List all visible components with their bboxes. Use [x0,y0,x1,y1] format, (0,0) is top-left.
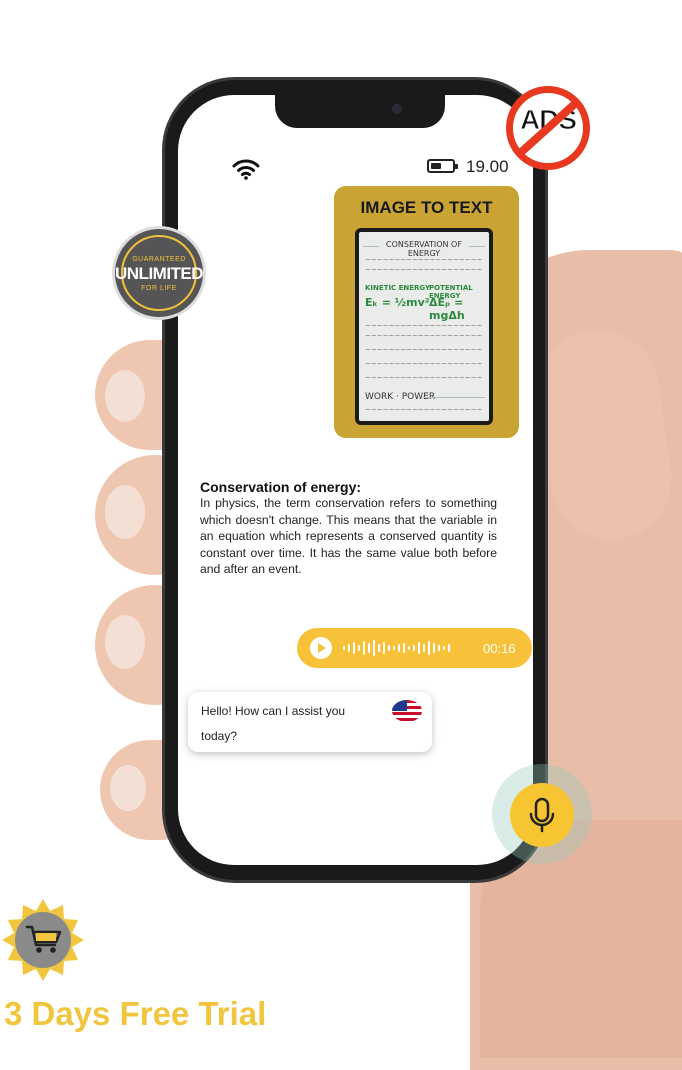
scanned-note-image: CONSERVATION OF ENERGY ~~~~~~~~~~~~~~~~~… [359,232,489,421]
battery-icon [427,159,458,173]
status-time: 19.00 [466,157,509,176]
chat-message: Hello! How can I assist you today? [201,704,346,743]
note-scribble-3: ~~~~~~~~~~~~~~~~~~~~ [365,322,483,330]
us-flag-icon[interactable] [392,700,422,722]
audio-duration: 00:16 [483,641,516,656]
content-title: Conservation of energy: [200,479,362,495]
note-scribble-4: ~~~~~~~~~~~~~~~~~~~~ [365,332,483,340]
waveform-bar [438,645,440,651]
waveform-bar [358,645,360,651]
waveform-bar [383,642,385,654]
note-potential-formula: ΔEₚ = mgΔh [429,296,465,322]
free-trial-label[interactable]: 3 Days Free Trial [4,995,266,1033]
mic-button[interactable] [510,783,574,847]
waveform-bar [363,641,365,655]
note-scribble-2: ~~~~~~~~~~~~~~~~~~~~ [365,266,483,274]
note-scribble-5: ~~~~~~~~~~~~~~~~~~~~ [365,346,483,354]
waveform-bar [393,646,395,650]
waveform-bar [343,646,345,650]
waveform-bar [418,642,420,654]
premium-cart-badge [2,899,84,981]
waveform-bar [413,645,415,651]
waveform-bar [443,646,445,650]
microphone-icon [529,797,555,833]
waveform-bar [378,644,380,652]
waveform-bar [353,642,355,654]
note-scribble-8: ~~~~~~~~~~~~~~~~~~~~ [365,406,483,414]
image-to-text-title: IMAGE TO TEXT [360,198,493,217]
wifi-icon [232,159,260,180]
note-scribble-1: ~~~~~~~~~~~~~~~~~~~~ [365,256,483,264]
badge-unlimited: UNLIMITED [115,264,204,283]
waveform-bar [433,643,435,653]
badge-guaranteed: GUARANTEED [132,256,186,263]
content-body: In physics, the term conservation refers… [200,496,497,577]
waveform-bar [368,643,370,653]
phone-notch [275,92,445,128]
waveform-bar [448,644,450,652]
waveform-bar [398,644,400,652]
waveform [343,638,450,658]
waveform-bar [373,640,375,656]
camera-icon [392,104,402,114]
waveform-bar [348,644,350,652]
note-scribble-6: ~~~~~~~~~~~~~~~~~~~~ [365,360,483,368]
premium-label: IUM [265,905,385,975]
note-scribble-7: ~~~~~~~~~~~~~~~~~~~~ [365,374,483,382]
waveform-bar [403,643,405,653]
waveform-bar [388,645,390,651]
waveform-bar [428,641,430,655]
waveform-bar [423,644,425,652]
waveform-bar [408,646,410,650]
play-icon[interactable] [310,637,332,659]
badge-for-life: FOR LIFE [141,285,177,292]
